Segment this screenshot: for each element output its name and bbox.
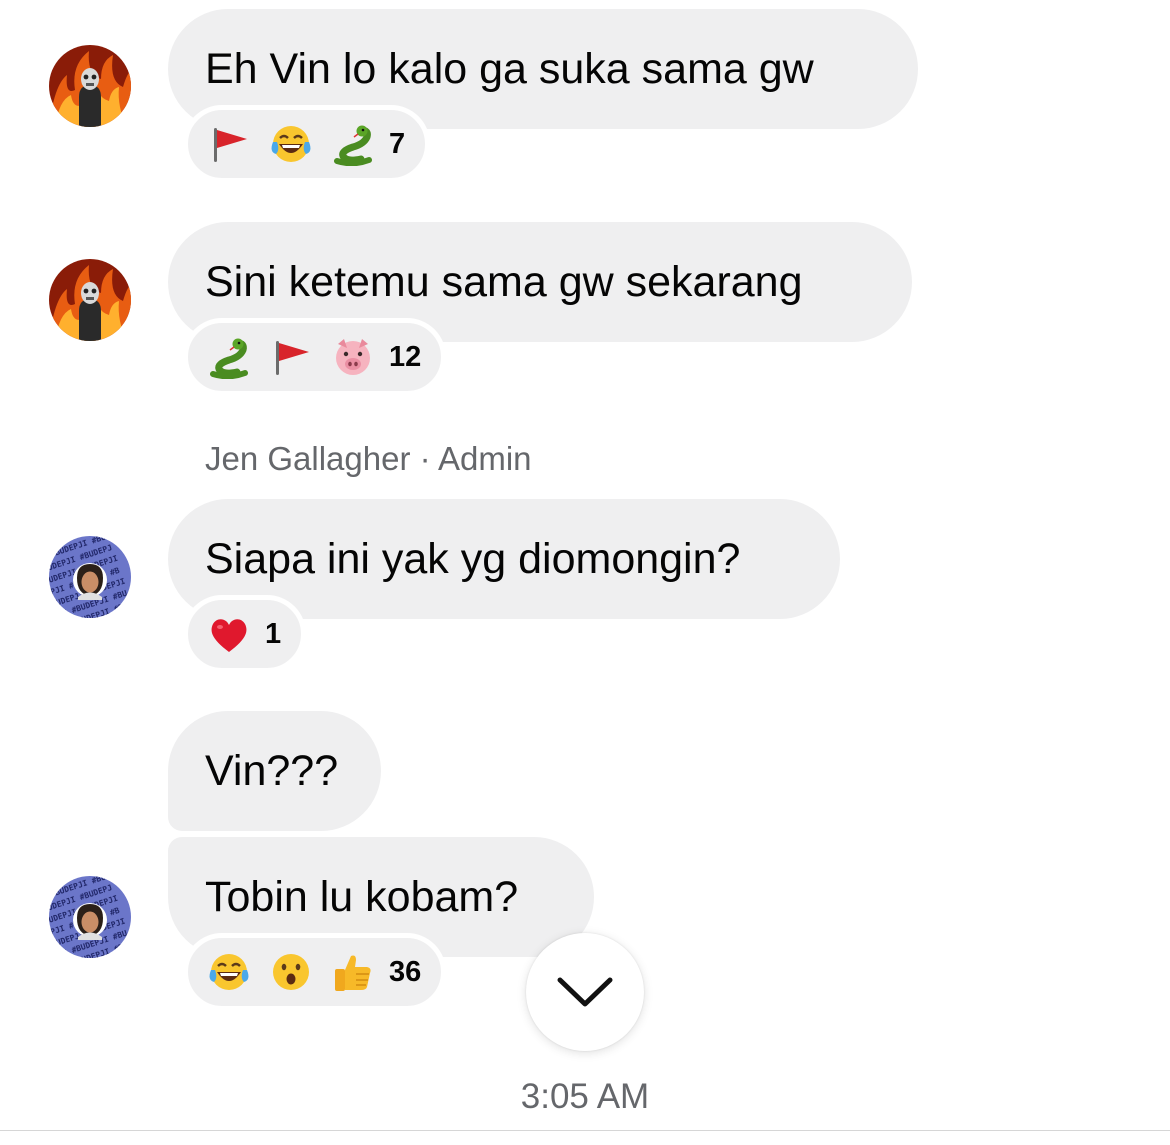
timestamp: 3:05 AM (520, 1077, 650, 1116)
surprised-face-emoji (269, 950, 313, 994)
message-text: Siapa ini yak yg diomongin? (205, 534, 741, 583)
reaction-count: 12 (389, 340, 422, 373)
snake-emoji (331, 122, 375, 166)
budepji-avatar[interactable] (49, 876, 131, 958)
budepji-avatar[interactable] (49, 536, 131, 618)
message-text: Eh Vin lo kalo ga suka sama gw (205, 44, 814, 93)
thumbs-up-emoji (331, 950, 375, 994)
red-heart-emoji (207, 612, 251, 656)
snake-emoji (207, 335, 251, 379)
reaction-count: 7 (389, 127, 406, 160)
fire-skull-avatar[interactable] (49, 45, 131, 127)
divider (0, 1130, 1170, 1131)
sender-label: Jen Gallagher · Admin (205, 440, 532, 477)
reaction-bar[interactable]: 7 (183, 105, 431, 183)
scroll-to-bottom-button[interactable] (526, 933, 644, 1051)
red-flag-emoji (207, 122, 251, 166)
pig-face-emoji (331, 335, 375, 379)
chevron-down-icon (557, 977, 613, 1007)
message-bubble[interactable]: Vin??? (168, 711, 381, 831)
tears-of-joy-emoji (269, 122, 313, 166)
reaction-bar[interactable]: 36 (183, 933, 447, 1011)
fire-skull-avatar[interactable] (49, 259, 131, 341)
reaction-bar[interactable]: 12 (183, 318, 447, 396)
red-flag-emoji (269, 335, 313, 379)
tears-of-joy-emoji (207, 950, 251, 994)
message-text: Tobin lu kobam? (205, 872, 519, 921)
message-text: Vin??? (205, 746, 339, 795)
reaction-count: 36 (389, 955, 422, 988)
reaction-bar[interactable]: 1 (183, 595, 307, 673)
reaction-count: 1 (265, 617, 282, 650)
message-text: Sini ketemu sama gw sekarang (205, 257, 803, 306)
